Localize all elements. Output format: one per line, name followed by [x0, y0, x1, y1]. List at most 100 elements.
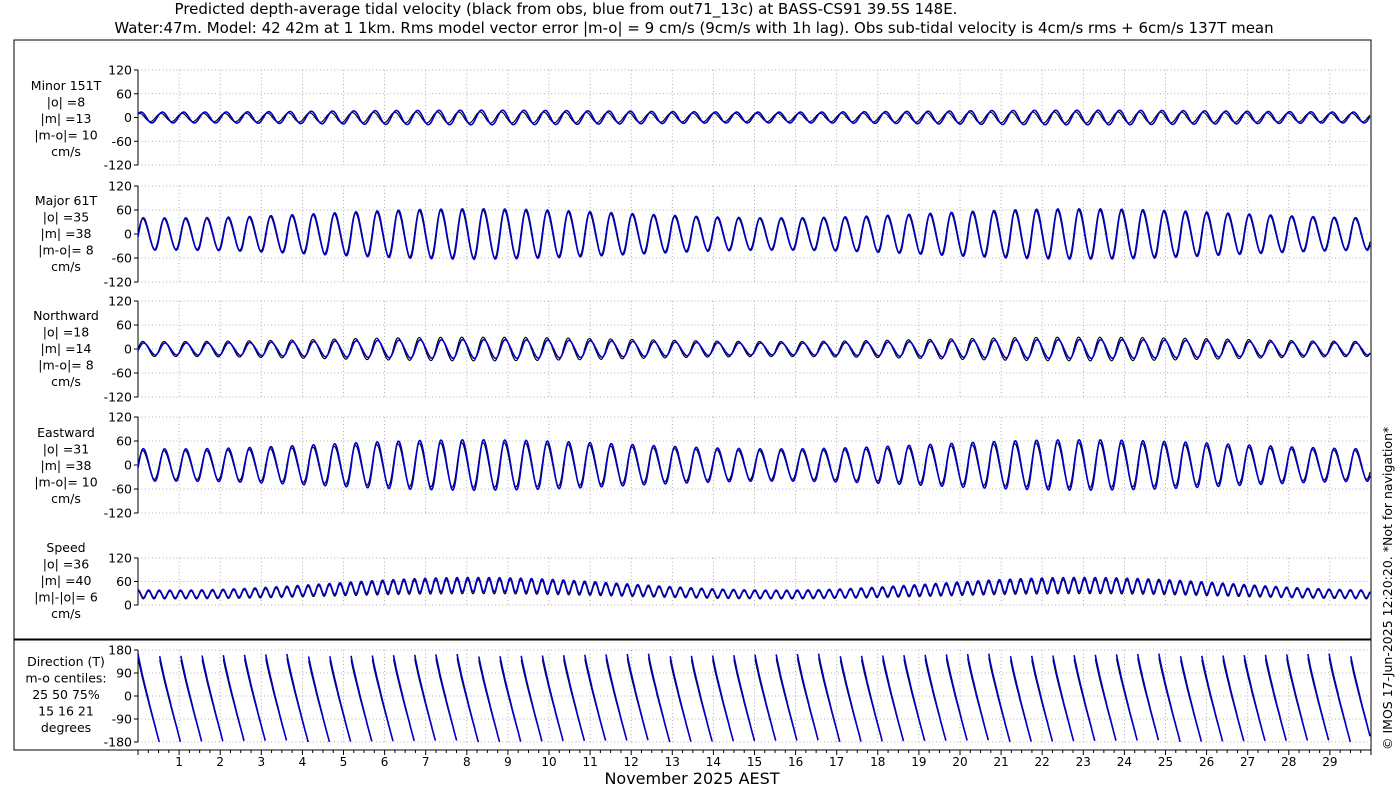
- x-tick-label: 23: [1076, 755, 1091, 769]
- panel-label-line: |o| =31: [43, 442, 89, 457]
- x-tick-label: 9: [504, 755, 512, 769]
- panel-label-line: cm/s: [51, 374, 81, 389]
- x-tick-label: 7: [422, 755, 430, 769]
- copyright-note: © IMOS 17-Jun-2025 12:20:20. *Not for na…: [1380, 427, 1395, 750]
- panel-label-line: 15 16 21: [38, 704, 94, 719]
- x-tick-label: 28: [1281, 755, 1296, 769]
- chart-title-line2: Water:47m. Model: 42 42m at 1 1km. Rms m…: [114, 19, 1273, 37]
- y-tick-label: -120: [104, 275, 132, 290]
- panel-label-line: |m|-|o|= 6: [34, 590, 98, 605]
- panel-labels-layer: Minor 151T|o| =8|m| =13|m-o|= 10cm/sMajo…: [25, 78, 106, 735]
- y-tick-label: 120: [108, 294, 132, 309]
- x-tick-label: 6: [381, 755, 389, 769]
- y-tick-label: 180: [108, 643, 132, 658]
- y-tick-label: 0: [124, 458, 132, 473]
- panel-label-line: |m| =14: [41, 341, 92, 356]
- panel-label-line: 25 50 75%: [32, 687, 100, 702]
- axes-layer: -120 -60 0 60 120 -120 -60 0 60 120 -120 -60 0 60 120 -…: [104, 63, 139, 750]
- panel-label-line: |m| =13: [41, 111, 92, 126]
- panel-label-line: |m-o|= 10: [34, 128, 97, 143]
- y-tick-label: 0: [124, 598, 132, 613]
- x-tick-label: 24: [1117, 755, 1132, 769]
- y-tick-label: -120: [104, 158, 132, 173]
- x-tick-label: 10: [541, 755, 556, 769]
- panel-label-line: |m| =40: [41, 573, 92, 588]
- x-tick-label: 20: [952, 755, 967, 769]
- x-tick-label: 29: [1322, 755, 1337, 769]
- panel-label-line: Minor 151T: [31, 78, 102, 93]
- x-tick-label: 4: [299, 755, 307, 769]
- x-tick-label: 22: [1035, 755, 1050, 769]
- y-tick-label: -120: [104, 390, 132, 405]
- panel-label-line: cm/s: [51, 259, 81, 274]
- y-tick-label: -60: [112, 482, 132, 497]
- series-speed-obs-line: [137, 578, 1371, 600]
- y-tick-label: 120: [108, 551, 132, 566]
- grid-layer: [138, 69, 1371, 743]
- panel-label-line: |m-o|= 8: [38, 358, 93, 373]
- y-tick-label: 60: [116, 318, 132, 333]
- panel-label-line: |m-o|= 8: [38, 243, 93, 258]
- x-tick-label: 18: [870, 755, 885, 769]
- x-tick-label: 19: [911, 755, 926, 769]
- panel-label-line: |o| =8: [47, 95, 86, 110]
- panel-label-line: Major 61T: [35, 193, 98, 208]
- series-direction-obs-line: [137, 657, 1371, 743]
- panel-label-line: cm/s: [51, 491, 81, 506]
- panel-label-line: cm/s: [51, 144, 81, 159]
- x-tick-label: 12: [624, 755, 639, 769]
- panel-label-line: degrees: [41, 720, 91, 735]
- x-tick-label: 21: [993, 755, 1008, 769]
- panel-label-line: Eastward: [37, 425, 95, 440]
- upper-plot-frame: [13, 39, 1372, 640]
- panel-label-line: cm/s: [51, 606, 81, 621]
- y-tick-label: 0: [124, 227, 132, 242]
- panel-label-line: Speed: [46, 540, 85, 555]
- chart-title-line1: Predicted depth-average tidal velocity (…: [175, 0, 958, 19]
- y-tick-label: -120: [104, 506, 132, 521]
- x-axis-label: November 2025 AEST: [604, 769, 779, 788]
- x-tick-label: 8: [463, 755, 471, 769]
- x-tick-label: 11: [582, 755, 597, 769]
- panel-label-line: |o| =18: [43, 325, 89, 340]
- series-layer: [137, 109, 1371, 743]
- x-tick-label: 5: [340, 755, 348, 769]
- y-tick-label: 120: [108, 410, 132, 425]
- y-tick-label: 60: [116, 574, 132, 589]
- tidal-velocity-figure: Predicted depth-average tidal velocity (…: [13, 0, 1395, 788]
- panel-label-line: |o| =35: [43, 210, 89, 225]
- x-tick-label: 26: [1199, 755, 1214, 769]
- panel-label-line: Northward: [33, 308, 99, 323]
- y-tick-label: -60: [112, 366, 132, 381]
- x-tick-label: 2: [216, 755, 224, 769]
- x-tick-label: 15: [747, 755, 762, 769]
- panel-label-line: m-o centiles:: [25, 671, 106, 686]
- y-tick-label: -90: [112, 712, 132, 727]
- x-tick-label: 3: [257, 755, 265, 769]
- x-tick-label: 1: [175, 755, 183, 769]
- y-tick-label: 120: [108, 63, 132, 78]
- x-axis-layer: 1 2 3 4 5 6 7 8 9 10 11 12 13 14 15 16 17 18 19 20 21 22 23 24 2…: [137, 750, 1372, 769]
- panel-label-line: |m-o|= 10: [34, 475, 97, 490]
- y-tick-label: -60: [112, 134, 132, 149]
- y-tick-label: 90: [116, 666, 132, 681]
- y-tick-label: 0: [124, 110, 132, 125]
- series-direction-model-line: [137, 653, 1371, 743]
- x-tick-label: 13: [665, 755, 680, 769]
- y-tick-label: 60: [116, 86, 132, 101]
- y-tick-label: -60: [112, 251, 132, 266]
- panel-label-line: |m| =38: [41, 226, 92, 241]
- panel-label-line: |m| =38: [41, 458, 92, 473]
- panel-label-line: Direction (T): [27, 654, 105, 669]
- y-tick-label: 60: [116, 434, 132, 449]
- x-tick-label: 17: [829, 755, 844, 769]
- y-tick-label: 120: [108, 179, 132, 194]
- panel-label-line: |o| =36: [43, 557, 89, 572]
- x-tick-label: 14: [706, 755, 721, 769]
- x-tick-label: 25: [1158, 755, 1173, 769]
- y-tick-label: 60: [116, 203, 132, 218]
- y-tick-label: 0: [124, 689, 132, 704]
- y-tick-label: 0: [124, 342, 132, 357]
- x-tick-label: 16: [788, 755, 803, 769]
- x-tick-label: 27: [1240, 755, 1255, 769]
